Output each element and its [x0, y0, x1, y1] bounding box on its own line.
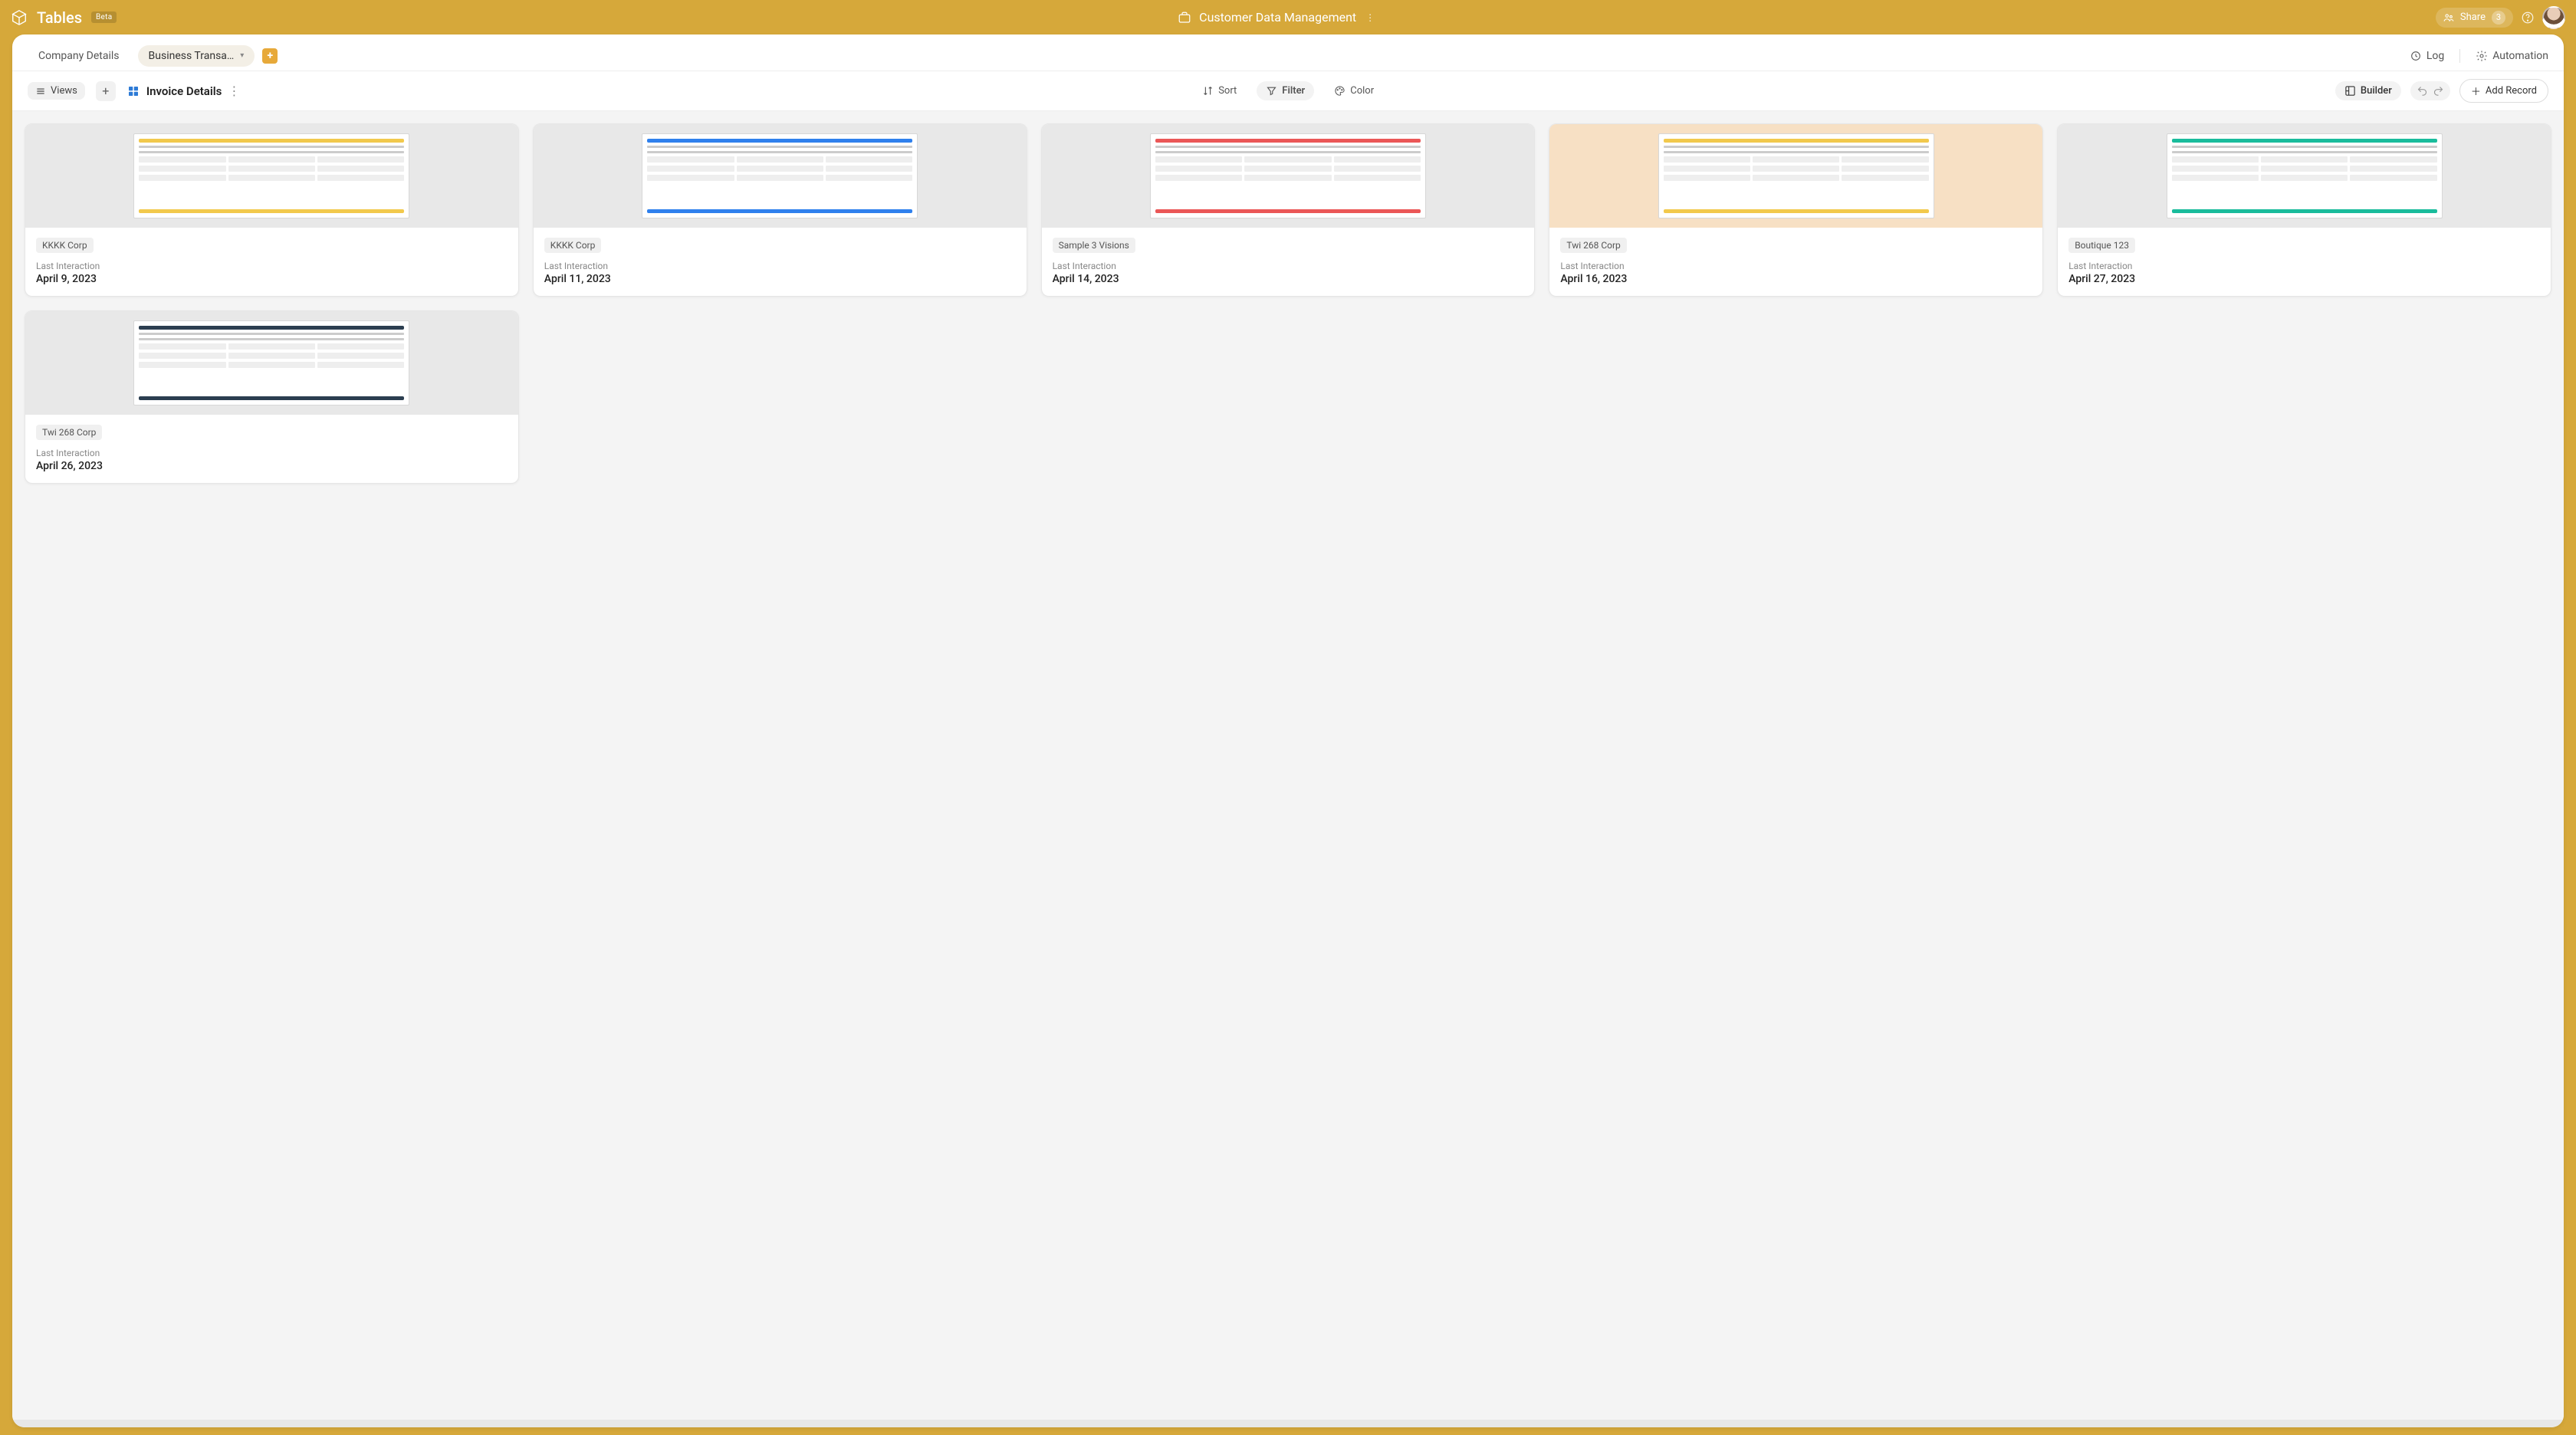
user-avatar[interactable] — [2542, 6, 2565, 29]
record-company-tag: Twi 268 Corp — [36, 425, 102, 440]
undo-redo-group — [2410, 81, 2450, 100]
last-interaction-label: Last Interaction — [36, 261, 508, 271]
divider — [2459, 49, 2460, 63]
record-company-tag: KKKK Corp — [36, 238, 94, 253]
add-record-button[interactable]: ＋ Add Record — [2459, 79, 2548, 103]
builder-button[interactable]: Builder — [2335, 81, 2401, 100]
builder-label: Builder — [2361, 85, 2392, 97]
sheet-tab-row: Company Details Business Transa… ▾ + Log… — [12, 34, 2564, 71]
record-card-grid: KKKK CorpLast InteractionApril 9, 2023KK… — [18, 123, 2558, 484]
record-card-body: Boutique 123 Last Interaction April 27, 20… — [2058, 228, 2551, 296]
view-name[interactable]: Invoice Details — [146, 84, 222, 98]
record-card-body: Sample 3 Visions Last Interaction April 14… — [1042, 228, 1535, 296]
share-button[interactable]: Share 3 — [2436, 8, 2513, 28]
add-tab-button[interactable]: + — [262, 48, 278, 64]
automation-label: Automation — [2492, 50, 2548, 62]
color-button[interactable]: Color — [1325, 81, 1383, 100]
last-interaction-date: April 9, 2023 — [36, 273, 508, 285]
add-view-button[interactable]: + — [96, 81, 116, 101]
gallery-view-icon — [127, 84, 140, 98]
redo-icon[interactable] — [2433, 85, 2444, 97]
help-icon[interactable] — [2521, 11, 2535, 25]
tab-business-transactions[interactable]: Business Transa… ▾ — [138, 45, 255, 67]
record-thumbnail — [1549, 124, 2042, 228]
view-toolbar: Views + Invoice Details ⋮ Sort Filter Co… — [12, 71, 2564, 111]
app-name: Tables — [37, 8, 82, 27]
add-record-label: Add Record — [2486, 85, 2537, 97]
record-card-body: KKKK Corp Last Interaction April 11, 2023 — [534, 228, 1027, 296]
automation-button[interactable]: Automation — [2476, 50, 2548, 62]
layout-icon — [2344, 85, 2356, 97]
log-label: Log — [2426, 50, 2444, 62]
record-card[interactable]: KKKK Corp Last Interaction April 11, 2023 — [533, 123, 1027, 297]
beta-badge: Beta — [91, 11, 117, 23]
log-button[interactable]: Log — [2410, 50, 2444, 62]
last-interaction-date: April 26, 2023 — [36, 460, 508, 472]
share-label: Share — [2460, 11, 2486, 23]
last-interaction-label: Last Interaction — [544, 261, 1016, 271]
last-interaction-label: Last Interaction — [2068, 261, 2540, 271]
last-interaction-date: April 16, 2023 — [1560, 273, 2032, 285]
horizontal-scrollbar[interactable] — [12, 1420, 2564, 1427]
sort-button[interactable]: Sort — [1193, 81, 1246, 100]
views-label: Views — [51, 85, 77, 97]
last-interaction-date: April 27, 2023 — [2068, 273, 2540, 285]
gear-icon — [2476, 50, 2488, 62]
record-company-tag: Twi 268 Corp — [1560, 238, 1626, 253]
workspace-panel: Company Details Business Transa… ▾ + Log… — [12, 34, 2564, 1427]
record-card[interactable]: Sample 3 Visions Last Interaction April 14… — [1041, 123, 1536, 297]
tab-active-label: Business Transa… — [149, 50, 235, 62]
app-topbar: Tables Beta Customer Data Management ⋮ S… — [0, 0, 2576, 34]
record-card[interactable]: Twi 268 Corp Last Interaction April 26, 20… — [25, 310, 519, 484]
hamburger-icon — [35, 86, 46, 97]
filter-button[interactable]: Filter — [1257, 81, 1314, 100]
record-company-tag: KKKK Corp — [544, 238, 602, 253]
chevron-down-icon[interactable]: ▾ — [240, 51, 244, 60]
record-thumbnail — [1042, 124, 1535, 228]
share-count: 3 — [2492, 11, 2505, 25]
sort-icon — [1202, 85, 1214, 97]
filter-icon — [1266, 85, 1277, 97]
people-icon — [2443, 12, 2454, 23]
sort-label: Sort — [1218, 85, 1237, 97]
plus-icon: ＋ — [2471, 84, 2481, 98]
record-thumbnail — [2058, 124, 2551, 228]
record-company-tag: Boutique 123 — [2068, 238, 2135, 253]
view-kebab-icon[interactable]: ⋮ — [228, 84, 241, 98]
undo-icon[interactable] — [2417, 85, 2428, 97]
clock-icon — [2410, 50, 2422, 62]
record-card-body: Twi 268 Corp Last Interaction April 26, 20… — [25, 415, 518, 483]
record-card-body: Twi 268 Corp Last Interaction April 16, 20… — [1549, 228, 2042, 296]
views-button[interactable]: Views — [28, 82, 85, 100]
filter-label: Filter — [1282, 85, 1305, 97]
tab-company-details[interactable]: Company Details — [28, 44, 130, 68]
last-interaction-date: April 11, 2023 — [544, 273, 1016, 285]
last-interaction-label: Last Interaction — [1560, 261, 2032, 271]
record-thumbnail — [25, 124, 518, 228]
last-interaction-label: Last Interaction — [1053, 261, 1524, 271]
workspace-menu-icon[interactable]: ⋮ — [1365, 12, 1375, 23]
record-card-body: KKKK Corp Last Interaction April 9, 2023 — [25, 228, 518, 296]
last-interaction-date: April 14, 2023 — [1053, 273, 1524, 285]
app-logo-icon — [11, 9, 28, 26]
record-card[interactable]: Twi 268 Corp Last Interaction April 16, 20… — [1549, 123, 2043, 297]
record-thumbnail — [534, 124, 1027, 228]
workspace-title-area[interactable]: Customer Data Management ⋮ — [126, 10, 2426, 25]
workspace-name: Customer Data Management — [1199, 10, 1356, 25]
gallery-scroll-area[interactable]: KKKK CorpLast InteractionApril 9, 2023KK… — [12, 111, 2564, 1420]
color-label: Color — [1350, 85, 1374, 97]
last-interaction-label: Last Interaction — [36, 448, 508, 458]
record-card[interactable]: KKKK Corp Last Interaction April 9, 2023 — [25, 123, 519, 297]
record-thumbnail — [25, 311, 518, 415]
briefcase-icon — [1178, 11, 1191, 25]
palette-icon — [1334, 85, 1346, 97]
record-card[interactable]: Boutique 123 Last Interaction April 27, 20… — [2057, 123, 2551, 297]
record-company-tag: Sample 3 Visions — [1053, 238, 1135, 253]
